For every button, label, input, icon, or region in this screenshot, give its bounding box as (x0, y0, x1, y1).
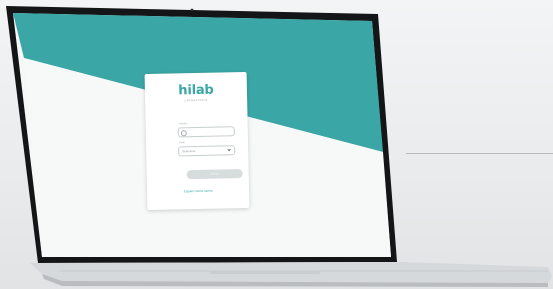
laptop: hilab LABORATÓRIO Usuário Perfil Selecio… (0, 0, 553, 289)
laptop-lid (6, 6, 552, 287)
brand-logo: hilab (178, 82, 214, 99)
user-field-label: Usuário (178, 122, 188, 126)
forgot-password-link[interactable]: Esqueci minha senha (147, 188, 249, 194)
login-card: hilab LABORATÓRIO Usuário Perfil Selecio… (144, 71, 250, 211)
user-field[interactable] (177, 126, 235, 138)
profile-select[interactable]: Selecione (178, 145, 236, 157)
user-icon (180, 129, 187, 136)
profile-select-label: Perfil (179, 141, 185, 145)
submit-button[interactable]: Entrar (186, 169, 243, 180)
chevron-down-icon (227, 148, 232, 151)
profile-select-value: Selecione (182, 149, 196, 154)
